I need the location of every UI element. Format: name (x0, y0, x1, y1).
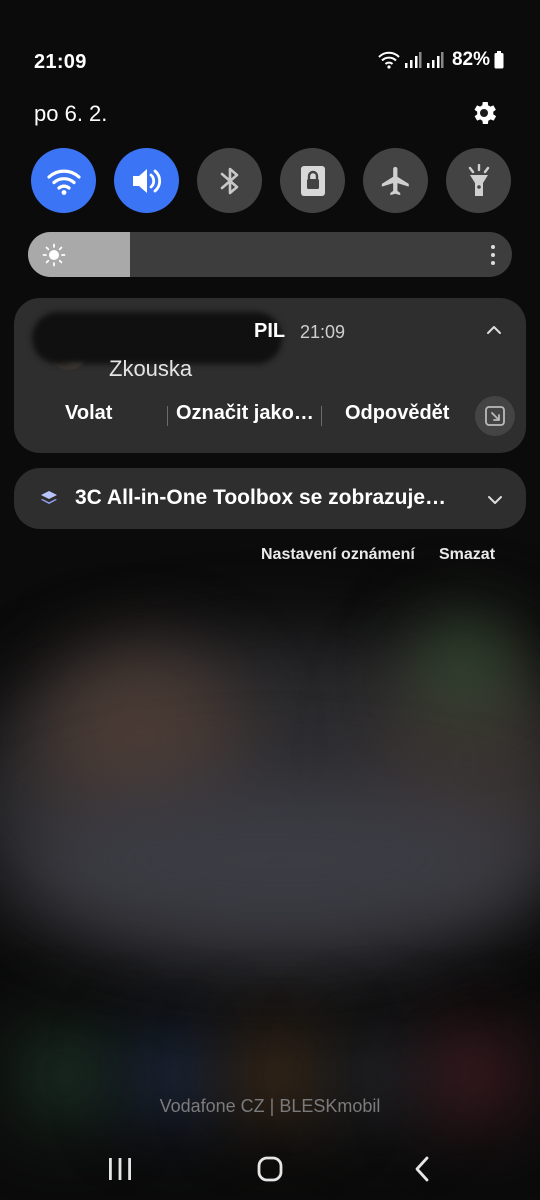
app-notification[interactable]: 3C All-in-One Toolbox se zobrazuje… (14, 468, 526, 529)
layers-icon (41, 491, 57, 504)
carrier-label: Vodafone CZ | BLESKmobil (159, 1096, 381, 1116)
mark-as-action-button[interactable]: Označit jako… (176, 402, 314, 425)
date: po 6. 2. (34, 101, 108, 126)
status-icons: 82% (378, 49, 504, 71)
back-icon (415, 1156, 429, 1182)
navigation-bar (0, 1140, 540, 1200)
qs-wifi-toggle[interactable] (31, 148, 96, 213)
wifi-icon (378, 51, 400, 69)
notification-settings-link[interactable]: Nastavení oznámení (261, 546, 415, 564)
action-divider (321, 406, 322, 426)
sender-name: PIL (254, 320, 286, 342)
call-action-button[interactable]: Volat (65, 402, 112, 425)
signal-icon (404, 52, 422, 68)
bluetooth-icon (220, 167, 238, 194)
signal-icon (426, 52, 444, 68)
wifi-icon (46, 169, 81, 195)
chevron-down-icon[interactable] (485, 490, 505, 510)
home-button[interactable] (252, 1154, 288, 1184)
gear-icon[interactable] (469, 98, 499, 128)
notification-time: 21:09 (300, 322, 346, 342)
status-time: 21:09 (34, 51, 87, 73)
qs-bluetooth-toggle[interactable] (197, 148, 262, 213)
open-in-popup-button[interactable] (475, 396, 515, 436)
home-icon (257, 1156, 283, 1182)
notification-actions: Volat Označit jako… Odpovědět (14, 398, 526, 432)
rotation-lock-icon (300, 165, 325, 196)
volume-icon (132, 168, 161, 193)
chevron-up-icon[interactable] (484, 320, 504, 340)
flashlight-icon (468, 163, 489, 196)
more-options-icon[interactable] (486, 243, 500, 267)
qs-flashlight-toggle[interactable] (446, 148, 511, 213)
quick-settings-row (31, 148, 511, 213)
recents-icon (109, 1158, 131, 1180)
qs-airplane-toggle[interactable] (363, 148, 428, 213)
battery-icon (494, 51, 504, 69)
battery-percent: 82% (451, 49, 490, 70)
app-notification-title: 3C All-in-One Toolbox se zobrazuje… (75, 486, 447, 509)
clear-all-link[interactable]: Smazat (439, 546, 495, 564)
qs-sound-toggle[interactable] (114, 148, 179, 213)
qs-rotation-lock-toggle[interactable] (280, 148, 345, 213)
reply-action-button[interactable]: Odpovědět (345, 402, 449, 425)
popup-window-icon (485, 406, 505, 426)
airplane-icon (381, 166, 409, 195)
recent-apps-button[interactable] (102, 1154, 138, 1184)
back-button[interactable] (404, 1154, 440, 1184)
action-divider (167, 406, 168, 426)
notification-message: Zkouska (109, 356, 193, 381)
brightness-slider[interactable] (28, 232, 512, 277)
message-notification[interactable]: PIL 21:09 Zkouska Volat Označit jako… Od… (14, 298, 526, 453)
sun-icon (42, 243, 66, 267)
